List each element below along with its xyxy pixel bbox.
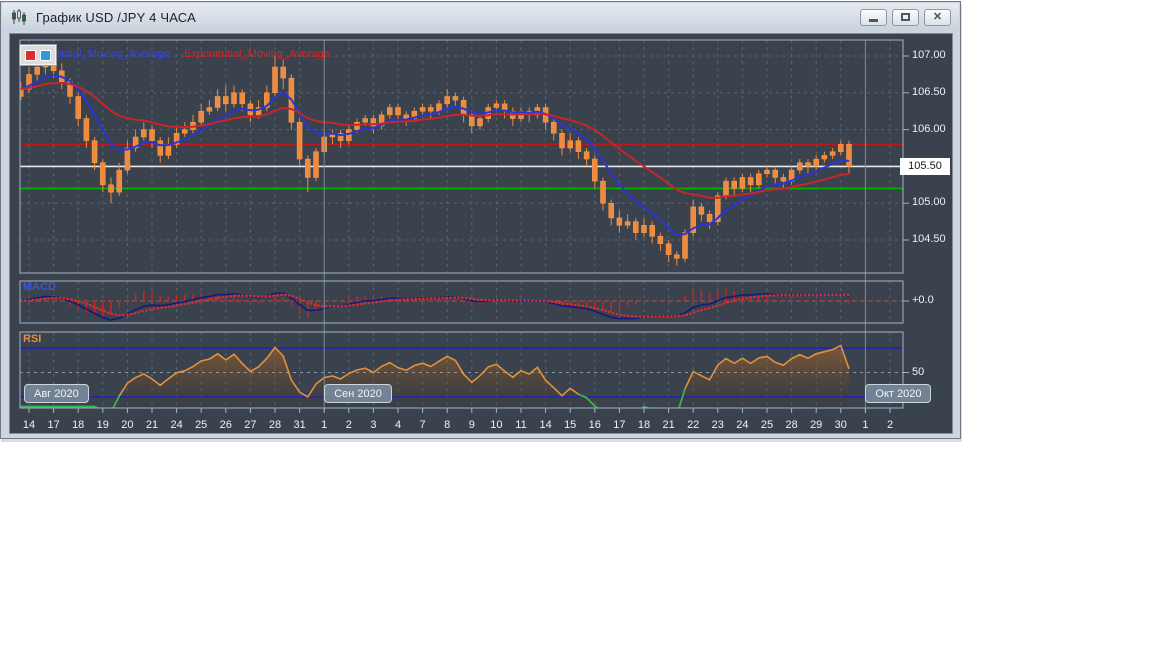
date-label: 31 bbox=[293, 419, 306, 431]
month-badge: Авг 2020 bbox=[24, 384, 89, 403]
date-label: 4 bbox=[394, 419, 402, 431]
date-label: 1 bbox=[862, 419, 869, 431]
date-label: 30 bbox=[834, 419, 847, 431]
date-label: 8 bbox=[444, 419, 451, 431]
price-axis-label: 106.00 bbox=[912, 122, 946, 135]
price-axis-label: 106.50 bbox=[912, 85, 946, 98]
month-badge: Окт 2020 bbox=[865, 384, 932, 403]
date-label: 20 bbox=[121, 419, 134, 431]
date-label: 16 bbox=[588, 419, 601, 431]
date-label: 2 bbox=[886, 419, 894, 431]
date-label: 25 bbox=[760, 419, 774, 431]
macd-pane-label: MACD bbox=[23, 281, 56, 293]
date-label: 22 bbox=[687, 419, 700, 431]
date-label: 24 bbox=[736, 419, 749, 431]
window-title: График USD /JPY 4 ЧАСА bbox=[36, 9, 196, 25]
chart-canvas[interactable] bbox=[10, 34, 954, 435]
date-label: 17 bbox=[47, 419, 60, 431]
month-badge: Сен 2020 bbox=[324, 384, 392, 403]
chart-client-area: Exponential_Moving_Average Exponential_M… bbox=[9, 33, 953, 434]
date-label: 11 bbox=[515, 419, 527, 431]
date-label: 27 bbox=[244, 419, 257, 431]
minimize-button[interactable] bbox=[860, 8, 887, 26]
indicator-color-chip-blue[interactable] bbox=[40, 49, 51, 61]
date-label: 26 bbox=[219, 419, 232, 431]
date-label: 3 bbox=[370, 419, 377, 431]
rsi-mid-label: 50 bbox=[912, 365, 925, 378]
date-label: 14 bbox=[22, 419, 36, 431]
date-label: 17 bbox=[613, 419, 626, 431]
minimize-icon bbox=[869, 19, 878, 22]
date-label: 9 bbox=[468, 419, 475, 431]
date-label: 14 bbox=[539, 419, 552, 431]
date-label: 1 bbox=[321, 419, 328, 431]
date-label: 7 bbox=[419, 419, 426, 431]
date-label: 18 bbox=[72, 419, 85, 431]
date-label: 10 bbox=[490, 419, 503, 431]
close-icon: ✕ bbox=[932, 10, 943, 23]
chart-window: График USD /JPY 4 ЧАСА ✕ Exponential_Mov… bbox=[0, 1, 961, 439]
ema-red-label: Exponential_Moving_Average bbox=[183, 48, 330, 60]
date-label: 18 bbox=[637, 419, 651, 431]
date-label: 29 bbox=[810, 419, 823, 431]
date-label: 28 bbox=[785, 419, 798, 431]
date-label: 24 bbox=[170, 419, 183, 431]
date-label: 21 bbox=[145, 419, 159, 431]
candlestick-chart-icon bbox=[12, 9, 26, 25]
date-label: 25 bbox=[195, 419, 208, 431]
indicator-legend: Exponential_Moving_Average Exponential_M… bbox=[24, 48, 330, 60]
restore-button[interactable] bbox=[892, 8, 919, 26]
macd-zero-label: +0.0 bbox=[912, 294, 934, 306]
date-label: 21 bbox=[662, 419, 675, 431]
close-button[interactable]: ✕ bbox=[924, 8, 951, 26]
indicator-color-chip-red[interactable] bbox=[25, 49, 36, 61]
date-label: 28 bbox=[268, 419, 282, 431]
rsi-pane-label: RSI bbox=[23, 333, 42, 345]
date-label: 2 bbox=[345, 419, 352, 431]
price-axis-label: 107.00 bbox=[912, 49, 946, 61]
price-axis-label: 105.00 bbox=[912, 196, 946, 209]
date-label: 19 bbox=[96, 419, 109, 431]
date-label: 23 bbox=[711, 419, 724, 431]
indicator-chip-box bbox=[19, 44, 57, 66]
restore-icon bbox=[901, 13, 910, 21]
price-axis-label: 104.50 bbox=[912, 233, 946, 245]
date-label: 15 bbox=[564, 419, 577, 431]
current-price-callout: 105.50 bbox=[900, 157, 950, 175]
titlebar: График USD /JPY 4 ЧАСА ✕ bbox=[2, 3, 959, 31]
